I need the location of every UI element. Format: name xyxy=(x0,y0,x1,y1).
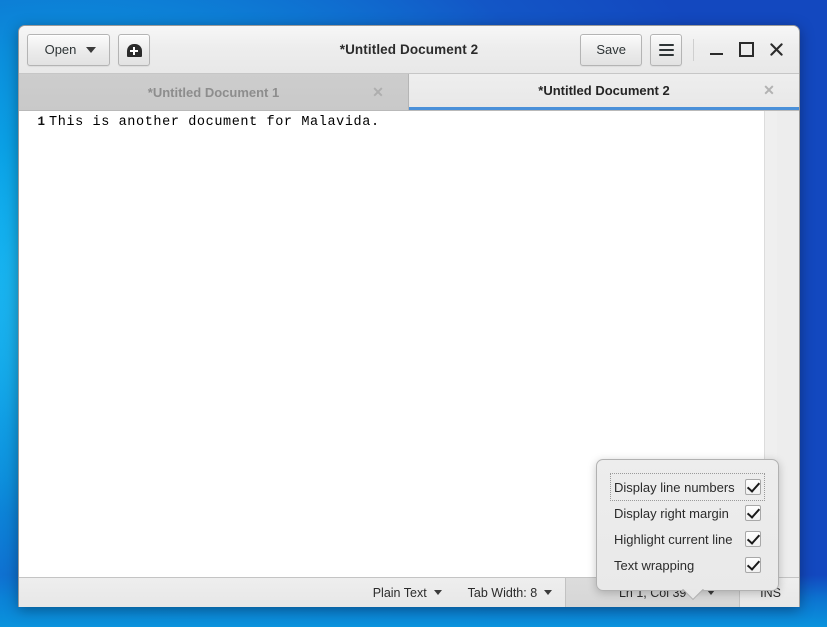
chevron-down-icon xyxy=(544,590,553,595)
tab-label: *Untitled Document 1 xyxy=(147,84,280,100)
save-button-label: Save xyxy=(596,42,626,57)
header-bar: Open *Untitled Document 2 Save xyxy=(19,26,799,74)
tab-width-label: Tab Width: 8 xyxy=(467,585,538,600)
option-display-line-numbers[interactable]: Display line numbers xyxy=(610,473,765,501)
editor-right-margin-area xyxy=(777,111,799,577)
minimize-icon xyxy=(709,52,723,55)
tab-untitled-document-2[interactable]: *Untitled Document 2 ✕ xyxy=(409,74,799,110)
tab-width-selector[interactable]: Tab Width: 8 xyxy=(455,578,565,607)
language-label: Plain Text xyxy=(372,585,427,600)
close-button[interactable] xyxy=(761,35,791,65)
option-label: Display line numbers xyxy=(614,479,735,495)
line-text: This is another document for Malavida. xyxy=(49,115,380,130)
open-button[interactable]: Open xyxy=(27,33,110,66)
line-number: 1 xyxy=(37,115,45,129)
new-document-button[interactable] xyxy=(118,33,150,66)
checkbox-checked-icon[interactable] xyxy=(745,531,761,547)
checkbox-checked-icon[interactable] xyxy=(745,505,761,521)
checkbox-checked-icon[interactable] xyxy=(745,557,761,573)
tab-close-icon[interactable]: ✕ xyxy=(761,82,777,99)
option-highlight-current-line[interactable]: Highlight current line xyxy=(611,526,764,552)
language-selector[interactable]: Plain Text xyxy=(360,578,455,607)
maximize-button[interactable] xyxy=(731,35,761,65)
popover-tail xyxy=(681,589,705,602)
new-document-icon xyxy=(126,42,143,57)
open-button-label: Open xyxy=(44,42,77,57)
option-label: Highlight current line xyxy=(614,531,733,547)
header-divider xyxy=(693,38,694,61)
header-bar-right-group: Save xyxy=(580,33,791,66)
option-display-right-margin[interactable]: Display right margin xyxy=(611,500,764,526)
main-menu-button[interactable] xyxy=(650,33,682,66)
checkbox-checked-icon[interactable] xyxy=(745,479,761,495)
option-text-wrapping[interactable]: Text wrapping xyxy=(611,552,764,578)
option-label: Display right margin xyxy=(614,505,729,521)
view-options-popover: Display line numbers Display right margi… xyxy=(596,459,779,591)
tab-untitled-document-1[interactable]: *Untitled Document 1 ✕ xyxy=(19,74,409,110)
maximize-icon xyxy=(738,42,754,57)
header-bar-left-group: Open xyxy=(27,33,150,66)
minimize-button[interactable] xyxy=(701,35,731,65)
close-icon xyxy=(769,43,783,56)
gedit-window: Open *Untitled Document 2 Save *Untitled… xyxy=(18,25,800,607)
chevron-down-icon xyxy=(433,590,442,595)
hamburger-menu-icon xyxy=(658,43,674,56)
save-button[interactable]: Save xyxy=(580,33,642,66)
tab-close-icon[interactable]: ✕ xyxy=(370,84,386,100)
editor-line: 1 This is another document for Malavida. xyxy=(19,111,764,130)
option-label: Text wrapping xyxy=(614,557,695,573)
tab-bar: *Untitled Document 1 ✕ *Untitled Documen… xyxy=(19,74,799,110)
chevron-down-icon xyxy=(86,46,97,53)
tab-label: *Untitled Document 2 xyxy=(538,83,670,98)
